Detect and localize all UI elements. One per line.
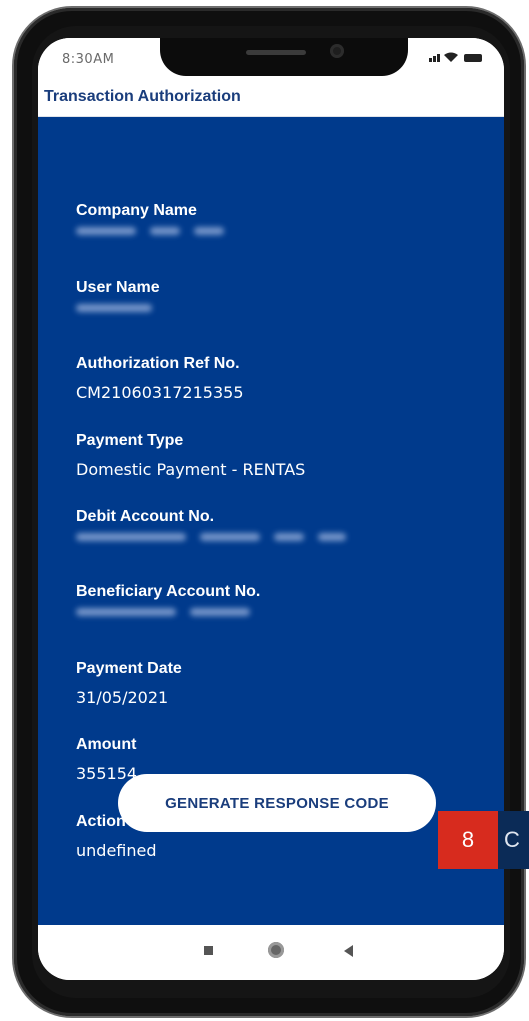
front-camera-icon bbox=[330, 44, 344, 58]
status-bar: 8:30AM bbox=[38, 38, 504, 78]
back-icon[interactable] bbox=[344, 945, 353, 957]
field-payment-type: Payment Type Domestic Payment - RENTAS bbox=[76, 431, 305, 480]
battery-icon bbox=[464, 54, 482, 62]
field-label: Payment Date bbox=[76, 660, 182, 677]
field-amount: Amount 355154 bbox=[76, 735, 137, 784]
field-value: undefined bbox=[76, 841, 157, 860]
android-nav-bar bbox=[38, 926, 504, 980]
field-label: User Name bbox=[76, 279, 160, 296]
app-header: Transaction Authorization bbox=[38, 78, 504, 117]
step-label-tab: C bbox=[498, 811, 529, 869]
field-debit-account: Debit Account No. bbox=[76, 507, 360, 546]
field-beneficiary-account: Beneficiary Account No. bbox=[76, 582, 264, 621]
field-company-name: Company Name bbox=[76, 201, 238, 240]
page-title: Transaction Authorization bbox=[44, 88, 241, 105]
camera-notch bbox=[160, 38, 408, 76]
field-authorization-ref: Authorization Ref No. CM21060317215355 bbox=[76, 354, 244, 403]
speaker-grille bbox=[246, 50, 306, 55]
field-value: 31/05/2021 bbox=[76, 688, 169, 707]
status-time: 8:30AM bbox=[62, 52, 115, 67]
redacted-value bbox=[76, 602, 264, 621]
wifi-icon bbox=[444, 52, 458, 62]
field-payment-date: Payment Date 31/05/2021 bbox=[76, 659, 182, 708]
redacted-value bbox=[76, 298, 166, 317]
home-icon[interactable] bbox=[268, 942, 284, 958]
recent-apps-icon[interactable] bbox=[204, 946, 213, 955]
field-label: Amount bbox=[76, 736, 137, 753]
step-number-badge: 8 bbox=[438, 811, 498, 869]
field-user-name: User Name bbox=[76, 278, 166, 317]
status-icons bbox=[429, 52, 482, 62]
field-value: CM21060317215355 bbox=[76, 383, 244, 402]
redacted-value bbox=[76, 221, 238, 240]
field-value: Domestic Payment - RENTAS bbox=[76, 460, 306, 479]
field-label: Company Name bbox=[76, 202, 197, 219]
signal-icon bbox=[429, 54, 440, 62]
field-label: Payment Type bbox=[76, 432, 184, 449]
field-label: Authorization Ref No. bbox=[76, 355, 240, 372]
redacted-value bbox=[76, 527, 360, 546]
phone-screen: 8:30AM Transaction Authorization Company… bbox=[38, 38, 504, 980]
generate-response-code-button[interactable]: GENERATE RESPONSE CODE bbox=[118, 774, 436, 832]
field-label: Debit Account No. bbox=[76, 508, 215, 525]
field-label: Beneficiary Account No. bbox=[76, 583, 261, 600]
